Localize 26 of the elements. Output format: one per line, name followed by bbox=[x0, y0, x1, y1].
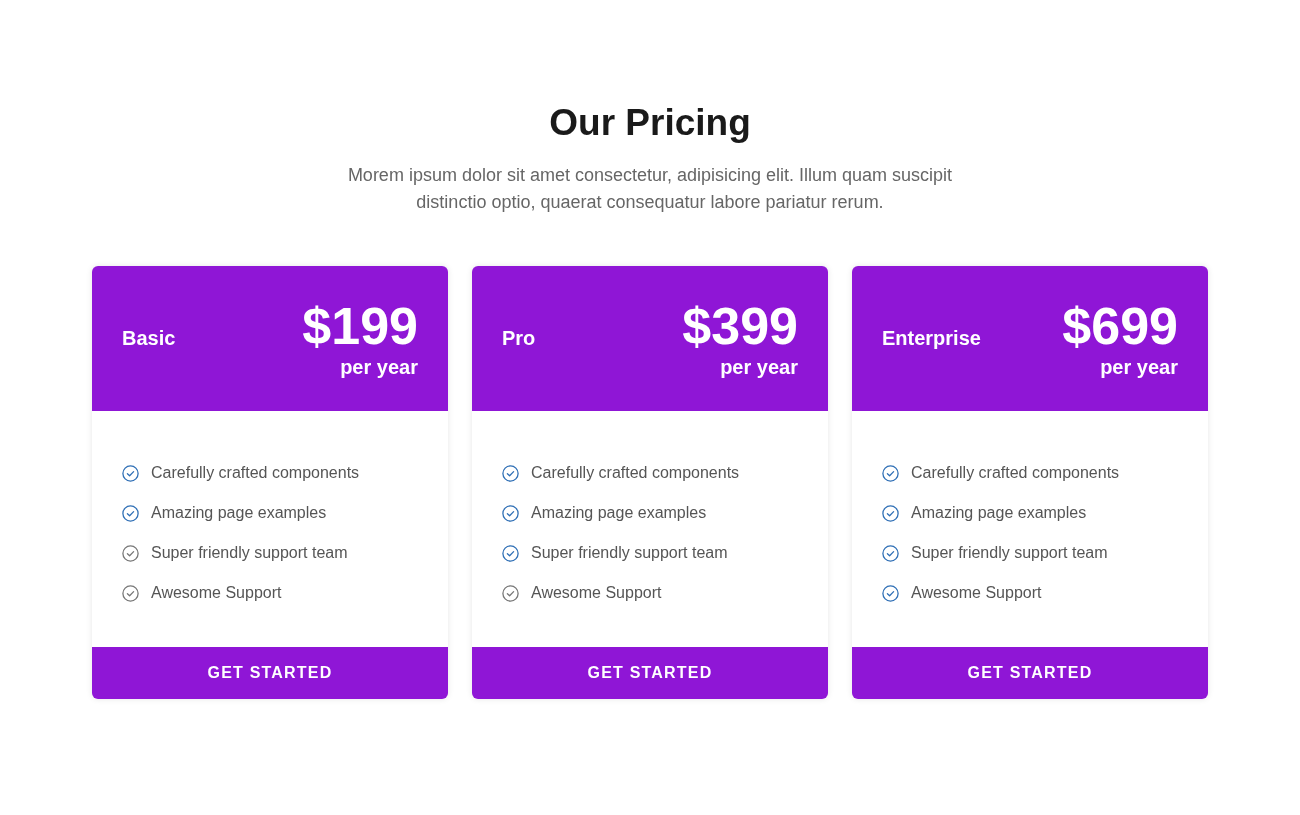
get-started-button[interactable]: GET STARTED bbox=[852, 647, 1208, 699]
feature-text: Amazing page examples bbox=[911, 504, 1087, 522]
feature-text: Awesome Support bbox=[151, 584, 282, 602]
plan-name: Basic bbox=[122, 327, 176, 350]
price-period: per year bbox=[1100, 354, 1178, 380]
plan-name: Enterprise bbox=[882, 327, 981, 350]
page-title: Our Pricing bbox=[549, 101, 751, 145]
get-started-button[interactable]: GET STARTED bbox=[472, 647, 828, 699]
get-started-button[interactable]: GET STARTED bbox=[92, 647, 448, 699]
feature-text: Amazing page examples bbox=[531, 504, 707, 522]
feature-text: Super friendly support team bbox=[911, 544, 1108, 562]
feature-text: Super friendly support team bbox=[151, 544, 348, 562]
feature-text: Super friendly support team bbox=[531, 544, 728, 562]
page-subtitle: Morem ipsum dolor sit amet consectetur, adipisicing elit. Illum quam suscipit distinctio optio, quaerat consequatur labore pariatur rerum. bbox=[346, 164, 954, 214]
feature-text: Awesome Support bbox=[911, 584, 1042, 602]
feature-text: Carefully crafted components bbox=[151, 464, 360, 482]
plan-name: Pro bbox=[502, 327, 536, 350]
feature-text: Carefully crafted components bbox=[911, 464, 1120, 482]
plan-price: $199 bbox=[302, 297, 418, 354]
feature-text: Carefully crafted components bbox=[531, 464, 740, 482]
plan-price: $699 bbox=[1062, 297, 1178, 354]
price-period: per year bbox=[340, 354, 418, 380]
price-period: per year bbox=[720, 354, 798, 380]
feature-text: Awesome Support bbox=[531, 584, 662, 602]
feature-text: Amazing page examples bbox=[151, 504, 327, 522]
plan-price: $399 bbox=[682, 297, 798, 354]
